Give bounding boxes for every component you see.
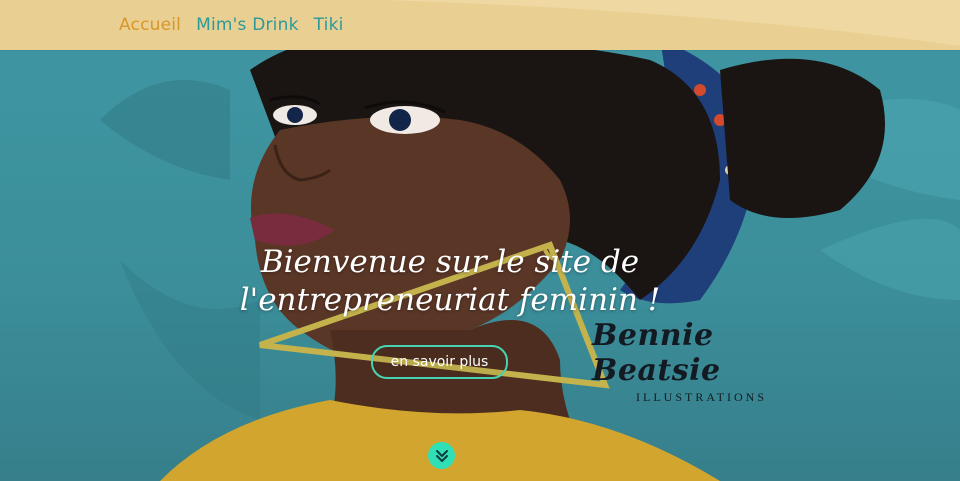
hero-illustration — [100, 34, 960, 481]
nav-item-accueil[interactable]: Accueil — [119, 15, 181, 35]
signature-name: Bennie Beatsie — [592, 318, 721, 388]
scroll-down-button[interactable] — [428, 442, 455, 469]
double-chevron-down-icon — [435, 449, 448, 462]
learn-more-button[interactable]: en savoir plus — [371, 345, 508, 379]
hero-section — [0, 0, 960, 481]
nav-item-tiki[interactable]: Tiki — [314, 15, 344, 35]
signature-subtitle: ILLUSTRATIONS — [636, 390, 767, 404]
artist-signature: Bennie Beatsie ILLUSTRATIONS — [592, 318, 832, 405]
hero-headline: Bienvenue sur le site de l'entrepreneuri… — [239, 244, 661, 318]
top-navbar: Accueil Mim's Drink Tiki — [0, 0, 960, 50]
nav-item-mims-drink[interactable]: Mim's Drink — [196, 15, 299, 35]
main-nav: Accueil Mim's Drink Tiki — [119, 15, 344, 35]
